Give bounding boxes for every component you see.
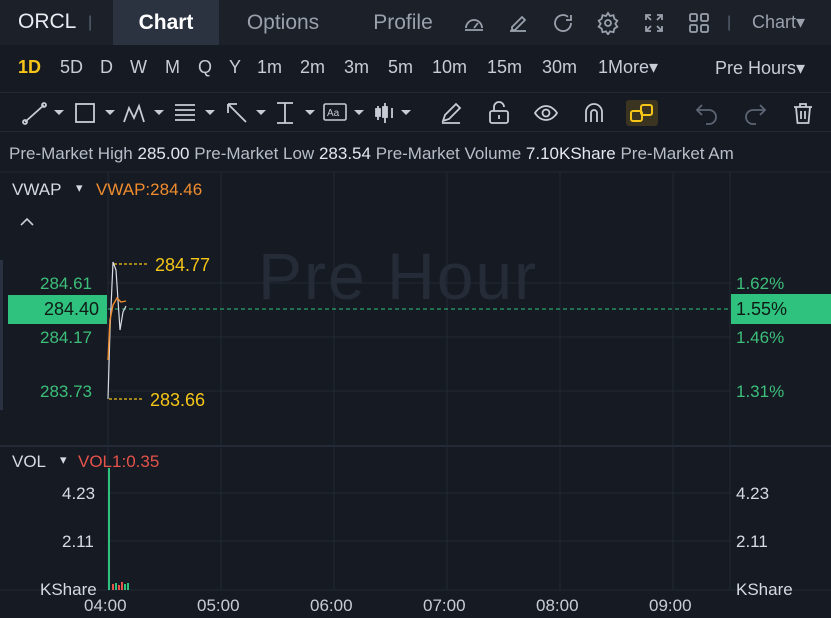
current-price-tag: 284.40: [8, 295, 107, 324]
volume-bar: [112, 584, 114, 590]
right-axis-label: 1.46%: [736, 328, 785, 347]
low-marker-label: 283.66: [150, 390, 206, 410]
vol-left-axis-label: 4.23: [62, 484, 96, 503]
vertical-grid: [107, 172, 731, 590]
chevron-down-icon[interactable]: ▾: [76, 180, 83, 196]
current-pct-tag: 1.55%: [731, 294, 831, 324]
vol-value: VOL1:0.35: [78, 452, 160, 471]
vwap-value: VWAP:284.46: [96, 180, 203, 199]
time-axis-label: 07:00: [423, 596, 466, 615]
chevron-up-icon: [20, 217, 34, 226]
time-axis-label: 05:00: [197, 596, 240, 615]
indicator-vol-label[interactable]: VOL: [12, 452, 46, 472]
volume-bar: [118, 585, 120, 590]
time-axis-label: 06:00: [310, 596, 353, 615]
vol-right-axis-unit: KShare: [736, 580, 793, 599]
volume-bar: [108, 468, 110, 590]
chevron-down-icon[interactable]: ▾: [60, 452, 67, 468]
left-axis-label: 283.73: [40, 382, 92, 401]
volume-bar: [121, 582, 123, 590]
vol-left-axis-label: 2.11: [62, 532, 94, 551]
left-axis-label: 284.17: [40, 328, 92, 347]
volume-bar: [124, 584, 126, 590]
volume-bar: [127, 583, 129, 590]
right-axis-label: 1.62%: [736, 274, 785, 293]
high-marker-label: 284.77: [155, 255, 211, 275]
time-axis-label: 09:00: [649, 596, 692, 615]
right-axis-label: 1.31%: [736, 382, 785, 401]
vol-right-axis-label: 2.11: [736, 532, 768, 551]
horizontal-grid: [0, 282, 831, 591]
volume-bar: [115, 583, 117, 590]
session-watermark: Pre Hour: [258, 239, 539, 313]
vol-right-axis-label: 4.23: [736, 484, 770, 503]
time-axis-label: 04:00: [84, 596, 127, 615]
indicator-vwap-label[interactable]: VWAP: [12, 180, 61, 200]
left-scroll-handle[interactable]: [0, 260, 3, 410]
left-axis-label: 284.61: [40, 274, 92, 293]
time-axis-label: 08:00: [536, 596, 579, 615]
